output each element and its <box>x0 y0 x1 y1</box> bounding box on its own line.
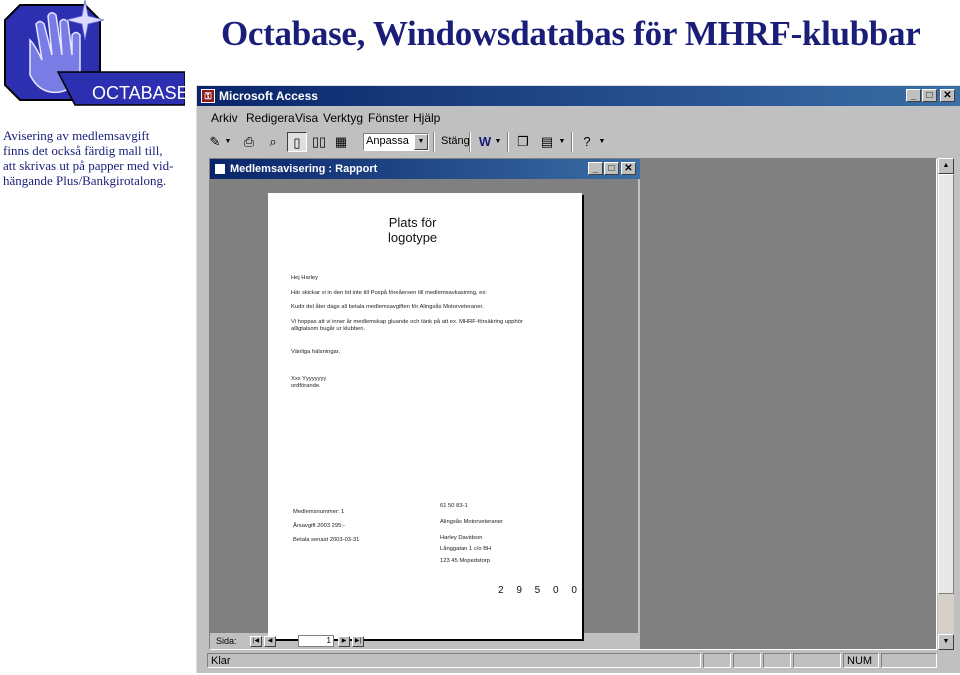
slip-account-number: 61 50 83-1 <box>440 503 468 509</box>
status-cell <box>881 653 937 668</box>
slip-recipient-name: Harley Davidson <box>440 535 483 541</box>
window-titlebar: ⚿ Microsoft Access _ □ ✕ <box>197 86 960 106</box>
menu-hjalp[interactable]: Hjälp <box>413 111 440 125</box>
zoom-value: Anpassa <box>366 135 409 147</box>
help-dropdown-arrow-icon[interactable]: ▼ <box>597 132 607 152</box>
slip-recipient-street: Långgatan 1 c/o BH <box>440 546 492 552</box>
report-title: Medlemsavisering : Rapport <box>230 163 378 175</box>
body-line: Här skickar vi in den tid inte till Posp… <box>291 290 487 296</box>
slip-amount: 2 9 5 0 0 <box>498 585 582 596</box>
new-object-icon[interactable]: ▤ <box>537 132 557 152</box>
scroll-up-icon[interactable]: ▲ <box>938 158 954 174</box>
previous-page-icon[interactable]: ◀ <box>264 636 276 647</box>
scroll-down-icon[interactable]: ▼ <box>938 634 954 650</box>
menu-redigera[interactable]: Redigera <box>246 111 295 125</box>
new-object-dropdown-arrow-icon[interactable]: ▼ <box>557 132 567 152</box>
one-page-icon[interactable]: ▯ <box>287 132 307 152</box>
caption-line: hängande Plus/Bankgirotalong. <box>3 173 167 188</box>
toolbar-separator <box>469 132 471 152</box>
word-export-icon[interactable]: W <box>475 132 495 152</box>
status-cell <box>793 653 841 668</box>
caption-line: finns det också färdig mall till, <box>3 143 163 158</box>
database-window-icon[interactable]: ❐ <box>513 132 533 152</box>
maximize-button[interactable]: □ <box>922 89 937 102</box>
report-close-button[interactable]: ✕ <box>621 162 636 175</box>
zoom-icon[interactable]: ⌕ <box>263 132 283 152</box>
toolbar-separator <box>507 132 509 152</box>
zoom-combo[interactable]: Anpassa ▼ <box>363 133 429 151</box>
body-line: alligtalsom bugår ur klubben. <box>291 326 366 332</box>
export-dropdown-arrow-icon[interactable]: ▼ <box>493 132 503 152</box>
slip-fee: Årsavgift 2003 295:- <box>293 523 345 529</box>
toolbar-separator <box>433 132 435 152</box>
body-line: Vi hoppas att vi inner år medlemskap glu… <box>291 319 523 325</box>
status-text: Klar <box>207 653 701 668</box>
status-cell <box>763 653 791 668</box>
two-pages-icon[interactable]: ▯▯ <box>309 132 329 152</box>
first-page-icon[interactable]: |◀ <box>250 636 262 647</box>
window-title: Microsoft Access <box>219 89 318 103</box>
scroll-thumb[interactable] <box>938 174 954 594</box>
logo-placeholder-line: logotype <box>388 230 438 245</box>
signature-title: ordförande. <box>291 383 321 389</box>
status-bar: Klar NUM <box>197 652 960 670</box>
record-navigator: Sida: |◀ ◀ 1 ▶ ▶| <box>210 635 640 649</box>
caption-text: Avisering av medlemsavgift finns det ock… <box>3 128 193 188</box>
body-line: Kudir del åter dags all betala medlemsav… <box>291 304 484 310</box>
last-page-icon[interactable]: ▶| <box>352 636 364 647</box>
slip-member-number: Medlemsnummer: 1 <box>293 509 345 515</box>
vertical-scrollbar[interactable]: ▲ ▼ <box>938 158 954 650</box>
help-icon[interactable]: ? <box>577 132 597 152</box>
logo-placeholder: Plats för logotype <box>388 215 437 245</box>
signature-name: Xxx Yyyyyyyy <box>291 376 327 382</box>
report-icon <box>214 163 226 175</box>
nav-label: Sida: <box>216 636 237 646</box>
report-page: Plats för logotype Hej Harley Här skicka… <box>268 193 582 639</box>
multiple-pages-icon[interactable]: ▦ <box>331 132 351 152</box>
slip-recipient-city: 123 45 Mopedstorp <box>440 558 490 564</box>
print-icon[interactable]: ⎙ <box>239 132 259 152</box>
minimize-button[interactable]: _ <box>906 89 921 102</box>
slip-due-date: Betala senast 2003-03-31 <box>293 537 360 543</box>
access-key-icon: ⚿ <box>201 89 215 103</box>
view-dropdown-arrow-icon[interactable]: ▼ <box>223 132 233 152</box>
mdi-client-area: Medlemsavisering : Rapport _ □ ✕ Plats f… <box>209 158 937 650</box>
close-button[interactable]: ✕ <box>940 89 955 102</box>
closing-line: Vänliga hälsningar, <box>291 349 340 355</box>
page-title: Octabase, Windowsdatabas för MHRF-klubba… <box>221 14 921 53</box>
toolbar-separator <box>571 132 573 152</box>
greeting-line: Hej Harley <box>291 275 319 281</box>
logo-text: OCTABASE <box>92 83 185 103</box>
report-window: Medlemsavisering : Rapport _ □ ✕ Plats f… <box>210 159 640 649</box>
caption-line: Avisering av medlemsavgift <box>3 128 150 143</box>
menu-visa[interactable]: Visa <box>295 111 318 125</box>
status-cell <box>703 653 731 668</box>
status-cell <box>733 653 761 668</box>
report-maximize-button[interactable]: □ <box>604 162 619 175</box>
access-window: ⚿ Microsoft Access _ □ ✕ Arkiv Redigera … <box>196 85 960 673</box>
chevron-down-icon[interactable]: ▼ <box>414 134 428 150</box>
report-titlebar: Medlemsavisering : Rapport _ □ ✕ <box>210 159 640 179</box>
num-lock-indicator: NUM <box>843 653 879 668</box>
slip-payee: Alingsås Motorveteraner <box>440 519 503 525</box>
report-minimize-button[interactable]: _ <box>588 162 603 175</box>
logo-placeholder-line: Plats för <box>388 215 437 230</box>
menu-verktyg[interactable]: Verktyg <box>323 111 363 125</box>
design-view-icon[interactable]: ✎ <box>205 132 225 152</box>
print-preview-toolbar: ✎ ▼ ⎙ ⌕ ▯ ▯▯ ▦ Anpassa ▼ Stäng W ▼ ❐ ▤ ▼… <box>201 129 621 155</box>
close-preview-button[interactable]: Stäng <box>439 132 472 152</box>
menu-fonster[interactable]: Fönster <box>368 111 409 125</box>
report-preview-area[interactable]: Plats för logotype Hej Harley Här skicka… <box>210 179 638 639</box>
menu-arkiv[interactable]: Arkiv <box>211 111 238 125</box>
page-number-input[interactable]: 1 <box>298 635 334 647</box>
next-page-icon[interactable]: ▶ <box>338 636 350 647</box>
menu-bar: Arkiv Redigera Visa Verktyg Fönster Hjäl… <box>197 108 960 128</box>
caption-line: att skrivas ut på papper med vid- <box>3 158 174 173</box>
octabase-logo: OCTABASE <box>4 0 185 106</box>
